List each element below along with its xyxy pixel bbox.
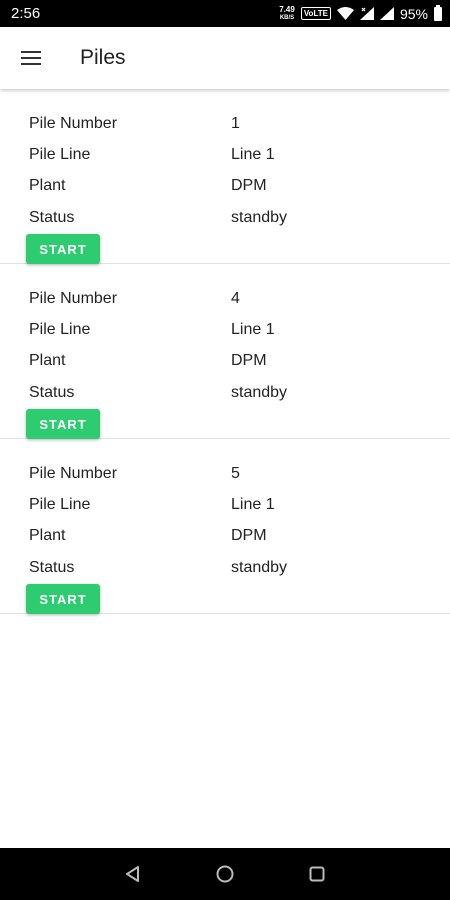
plant-value: DPM: [231, 352, 267, 370]
network-speed: 7.49 KB/S: [279, 4, 295, 22]
status-row: Status standby: [0, 377, 450, 408]
pile-line-value: Line 1: [231, 320, 275, 338]
navigation-bar: [0, 848, 450, 900]
signal-icon: [359, 7, 374, 20]
status-value: standby: [231, 208, 288, 226]
pile-number-row: Pile Number 5: [0, 458, 450, 489]
status-time: 2:56: [11, 5, 41, 22]
app-bar: Piles: [0, 27, 450, 89]
plant-label: Plant: [29, 177, 66, 195]
pile-card: Pile Number 4 Pile Line Line 1 Plant DPM…: [0, 264, 450, 439]
page-title: Piles: [80, 46, 126, 69]
start-button[interactable]: START: [26, 584, 100, 614]
piles-list: Pile Number 1 Pile Line Line 1 Plant DPM…: [0, 89, 450, 614]
battery-icon: [434, 4, 442, 21]
volte-icon: VoLTE: [300, 7, 331, 20]
status-value: standby: [231, 383, 288, 401]
pile-line-label: Pile Line: [29, 145, 91, 163]
pile-line-label: Pile Line: [29, 495, 91, 513]
signal-icon-2: [379, 7, 394, 20]
status-label: Status: [29, 208, 75, 226]
pile-number-label: Pile Number: [29, 464, 118, 482]
pile-line-label: Pile Line: [29, 320, 91, 338]
status-value: standby: [231, 558, 288, 576]
pile-line-row: Pile Line Line 1: [0, 489, 450, 520]
home-icon[interactable]: [213, 862, 237, 886]
pile-number-value: 1: [231, 114, 240, 132]
pile-number-value: 4: [231, 289, 240, 307]
pile-number-value: 5: [231, 464, 240, 482]
status-row: Status standby: [0, 202, 450, 233]
back-icon[interactable]: [121, 862, 145, 886]
network-speed-value: 7.49: [279, 4, 295, 14]
status-bar: 2:56 7.49 KB/S VoLTE 95%: [0, 0, 450, 27]
pile-number-label: Pile Number: [29, 289, 118, 307]
plant-value: DPM: [231, 527, 267, 545]
status-row: Status standby: [0, 552, 450, 583]
pile-line-value: Line 1: [231, 145, 275, 163]
battery-level: 95%: [399, 5, 428, 22]
status-label: Status: [29, 558, 75, 576]
pile-number-row: Pile Number 4: [0, 283, 450, 314]
plant-row: Plant DPM: [0, 171, 450, 202]
wifi-icon: [336, 7, 354, 20]
pile-card: Pile Number 1 Pile Line Line 1 Plant DPM…: [0, 89, 450, 264]
pile-card: Pile Number 5 Pile Line Line 1 Plant DPM…: [0, 439, 450, 614]
status-icons: 7.49 KB/S VoLTE 95%: [279, 4, 442, 22]
pile-line-value: Line 1: [231, 495, 275, 513]
hamburger-menu-icon[interactable]: [21, 47, 41, 69]
network-speed-unit: KB/S: [279, 14, 295, 21]
start-button[interactable]: START: [26, 234, 100, 264]
pile-line-row: Pile Line Line 1: [0, 139, 450, 170]
pile-number-row: Pile Number 1: [0, 108, 450, 139]
plant-label: Plant: [29, 527, 66, 545]
plant-row: Plant DPM: [0, 521, 450, 552]
start-button[interactable]: START: [26, 409, 100, 439]
pile-line-row: Pile Line Line 1: [0, 314, 450, 345]
plant-label: Plant: [29, 352, 66, 370]
recents-icon[interactable]: [305, 862, 329, 886]
plant-value: DPM: [231, 177, 267, 195]
status-label: Status: [29, 383, 75, 401]
plant-row: Plant DPM: [0, 346, 450, 377]
pile-number-label: Pile Number: [29, 114, 118, 132]
